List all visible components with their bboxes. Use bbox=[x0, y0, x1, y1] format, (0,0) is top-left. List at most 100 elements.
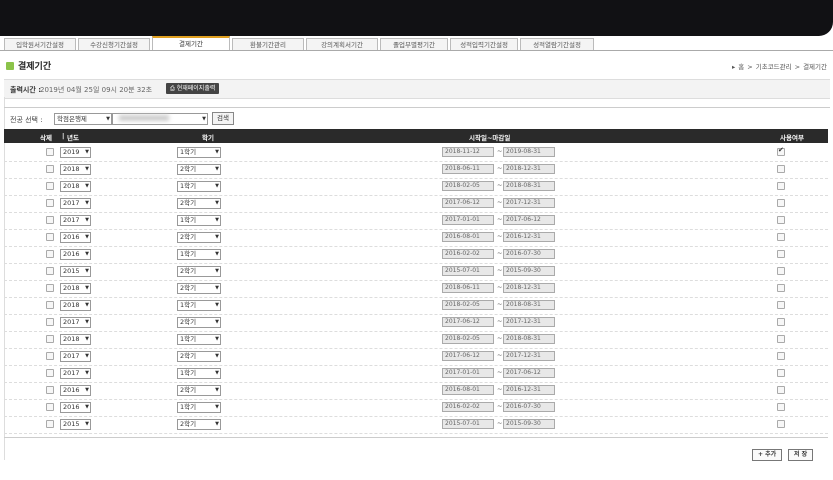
delete-checkbox[interactable] bbox=[46, 318, 54, 326]
delete-checkbox[interactable] bbox=[46, 301, 54, 309]
semester-select[interactable]: 1학기 ▼ bbox=[177, 147, 221, 158]
end-date-field[interactable]: 2018-12-31 bbox=[503, 283, 555, 293]
year-select[interactable]: 2017 ▼ bbox=[60, 198, 91, 209]
breadcrumb-item[interactable]: 기초코드관리 bbox=[756, 63, 792, 71]
use-checkbox[interactable] bbox=[777, 335, 785, 343]
start-date-field[interactable]: 2018-02-05 bbox=[442, 334, 494, 344]
start-date-field[interactable]: 2017-06-12 bbox=[442, 198, 494, 208]
end-date-field[interactable]: 2017-06-12 bbox=[503, 368, 555, 378]
end-date-field[interactable]: 2016-12-31 bbox=[503, 385, 555, 395]
end-date-field[interactable]: 2017-12-31 bbox=[503, 198, 555, 208]
year-select[interactable]: 2016 ▼ bbox=[60, 385, 91, 396]
search-button[interactable]: 검색 bbox=[212, 112, 234, 125]
start-date-field[interactable]: 2017-01-01 bbox=[442, 368, 494, 378]
delete-checkbox[interactable] bbox=[46, 267, 54, 275]
use-checkbox[interactable] bbox=[777, 146, 785, 156]
delete-checkbox[interactable] bbox=[46, 386, 54, 394]
semester-select[interactable]: 1학기 ▼ bbox=[177, 215, 221, 226]
year-select[interactable]: 2019 ▼ bbox=[60, 147, 91, 158]
use-checkbox[interactable] bbox=[777, 318, 785, 326]
year-select[interactable]: 2018 ▼ bbox=[60, 283, 91, 294]
use-checkbox[interactable] bbox=[777, 403, 785, 411]
start-date-field[interactable]: 2016-08-01 bbox=[442, 232, 494, 242]
year-select[interactable]: 2016 ▼ bbox=[60, 232, 91, 243]
delete-checkbox[interactable] bbox=[46, 403, 54, 411]
use-checkbox[interactable] bbox=[777, 369, 785, 377]
delete-checkbox[interactable] bbox=[46, 199, 54, 207]
delete-checkbox[interactable] bbox=[46, 369, 54, 377]
end-date-field[interactable]: 2015-09-30 bbox=[503, 419, 555, 429]
delete-checkbox[interactable] bbox=[46, 165, 54, 173]
end-date-field[interactable]: 2016-07-30 bbox=[503, 249, 555, 259]
use-checkbox[interactable] bbox=[777, 301, 785, 309]
semester-select[interactable]: 2학기 ▼ bbox=[177, 232, 221, 243]
delete-checkbox[interactable] bbox=[46, 284, 54, 292]
start-date-field[interactable]: 2017-06-12 bbox=[442, 351, 494, 361]
use-checkbox[interactable] bbox=[777, 165, 785, 173]
start-date-field[interactable]: 2018-06-11 bbox=[442, 164, 494, 174]
delete-checkbox[interactable] bbox=[46, 335, 54, 343]
semester-select[interactable]: 2학기 ▼ bbox=[177, 385, 221, 396]
year-select[interactable]: 2015 ▼ bbox=[60, 266, 91, 277]
start-date-field[interactable]: 2017-01-01 bbox=[442, 215, 494, 225]
semester-select[interactable]: 1학기 ▼ bbox=[177, 368, 221, 379]
end-date-field[interactable]: 2019-08-31 bbox=[503, 147, 555, 157]
tab-2[interactable]: 결제기간 bbox=[152, 36, 230, 51]
year-select[interactable]: 2016 ▼ bbox=[60, 402, 91, 413]
delete-checkbox[interactable] bbox=[46, 216, 54, 224]
delete-checkbox[interactable] bbox=[46, 250, 54, 258]
start-date-field[interactable]: 2018-11-12 bbox=[442, 147, 494, 157]
end-date-field[interactable]: 2016-07-30 bbox=[503, 402, 555, 412]
use-checkbox[interactable] bbox=[777, 199, 785, 207]
year-select[interactable]: 2018 ▼ bbox=[60, 300, 91, 311]
year-select[interactable]: 2018 ▼ bbox=[60, 181, 91, 192]
semester-select[interactable]: 2학기 ▼ bbox=[177, 283, 221, 294]
major-select[interactable]: 학점은행제 ▼ bbox=[54, 113, 112, 125]
start-date-field[interactable]: 2016-02-02 bbox=[442, 249, 494, 259]
end-date-field[interactable]: 2018-08-31 bbox=[503, 300, 555, 310]
year-select[interactable]: 2017 ▼ bbox=[60, 368, 91, 379]
delete-checkbox[interactable] bbox=[46, 182, 54, 190]
start-date-field[interactable]: 2018-02-05 bbox=[442, 300, 494, 310]
breadcrumb-item[interactable]: 홈 bbox=[738, 63, 744, 71]
semester-select[interactable]: 2학기 ▼ bbox=[177, 164, 221, 175]
add-button[interactable]: + 추가 bbox=[752, 449, 783, 461]
delete-checkbox[interactable] bbox=[46, 352, 54, 360]
end-date-field[interactable]: 2018-08-31 bbox=[503, 334, 555, 344]
semester-select[interactable]: 1학기 ▼ bbox=[177, 334, 221, 345]
use-checkbox[interactable] bbox=[777, 250, 785, 258]
start-date-field[interactable]: 2016-08-01 bbox=[442, 385, 494, 395]
use-checkbox[interactable] bbox=[777, 352, 785, 360]
year-select[interactable]: 2015 ▼ bbox=[60, 419, 91, 430]
use-checkbox[interactable] bbox=[777, 267, 785, 275]
semester-select[interactable]: 2학기 ▼ bbox=[177, 317, 221, 328]
semester-select[interactable]: 1학기 ▼ bbox=[177, 402, 221, 413]
semester-select[interactable]: 2학기 ▼ bbox=[177, 266, 221, 277]
year-select[interactable]: 2017 ▼ bbox=[60, 351, 91, 362]
use-checkbox[interactable] bbox=[777, 233, 785, 241]
end-date-field[interactable]: 2017-12-31 bbox=[503, 317, 555, 327]
year-select[interactable]: 2017 ▼ bbox=[60, 317, 91, 328]
semester-select[interactable]: 2학기 ▼ bbox=[177, 198, 221, 209]
semester-select[interactable]: 2학기 ▼ bbox=[177, 351, 221, 362]
semester-select[interactable]: 1학기 ▼ bbox=[177, 181, 221, 192]
save-button[interactable]: 저 장 bbox=[788, 449, 814, 461]
year-select[interactable]: 2018 ▼ bbox=[60, 334, 91, 345]
delete-checkbox[interactable] bbox=[46, 420, 54, 428]
delete-checkbox[interactable] bbox=[46, 148, 54, 156]
use-checkbox[interactable] bbox=[777, 284, 785, 292]
end-date-field[interactable]: 2018-12-31 bbox=[503, 164, 555, 174]
use-checkbox[interactable] bbox=[777, 182, 785, 190]
end-date-field[interactable]: 2018-08-31 bbox=[503, 181, 555, 191]
end-date-field[interactable]: 2017-06-12 bbox=[503, 215, 555, 225]
start-date-field[interactable]: 2018-06-11 bbox=[442, 283, 494, 293]
start-date-field[interactable]: 2018-02-05 bbox=[442, 181, 494, 191]
start-date-field[interactable]: 2016-02-02 bbox=[442, 402, 494, 412]
use-checkbox[interactable] bbox=[777, 386, 785, 394]
use-checkbox[interactable] bbox=[777, 216, 785, 224]
year-select[interactable]: 2018 ▼ bbox=[60, 164, 91, 175]
year-select[interactable]: 2016 ▼ bbox=[60, 249, 91, 260]
delete-checkbox[interactable] bbox=[46, 233, 54, 241]
semester-select[interactable]: 1학기 ▼ bbox=[177, 249, 221, 260]
breadcrumb-item[interactable]: 결제기간 bbox=[803, 63, 827, 71]
